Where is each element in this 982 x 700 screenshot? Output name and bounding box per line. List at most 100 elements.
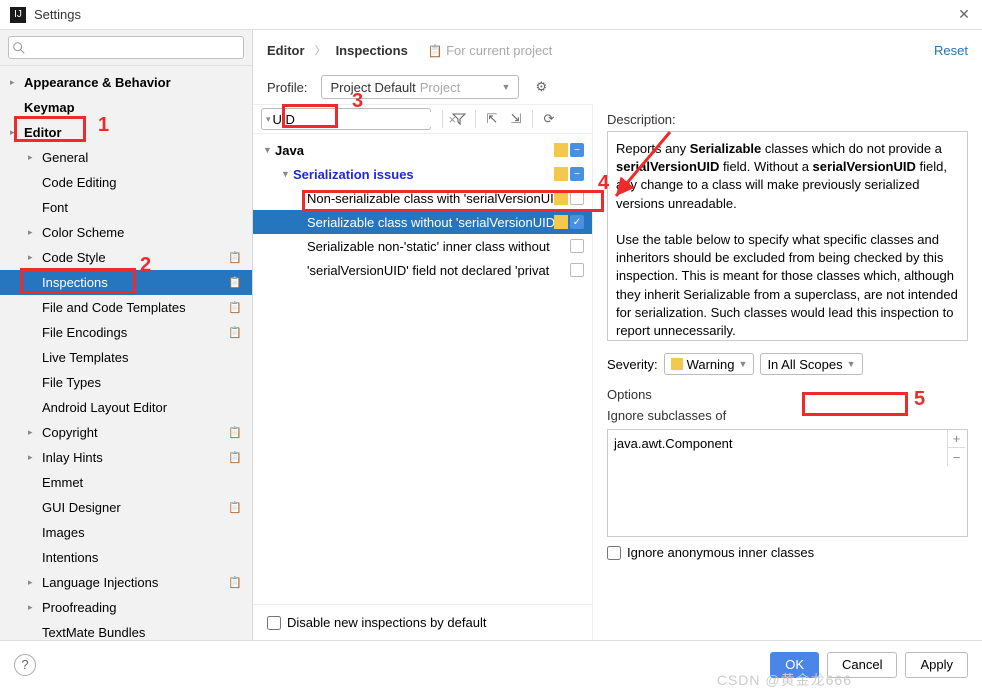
sidebar-search-input[interactable] [8,36,244,59]
profile-combo[interactable]: Project Default Project ▼ [321,75,519,99]
sidebar-item-textmate-bundles[interactable]: TextMate Bundles [0,620,252,640]
app-logo-icon: IJ [10,7,26,23]
severity-indicator-icon [554,191,568,205]
chevron-icon: ▸ [28,252,38,263]
sidebar-item-file-and-code-templates[interactable]: File and Code Templates📋 [0,295,252,320]
copy-icon: 📋 [228,251,242,264]
sidebar-item-emmet[interactable]: Emmet [0,470,252,495]
close-icon[interactable]: ✕ [956,7,972,23]
inspection-row[interactable]: 'serialVersionUID' field not declared 'p… [253,258,592,282]
sidebar-item-appearance-behavior[interactable]: ▸Appearance & Behavior [0,70,252,95]
ignore-anon-checkbox[interactable] [607,546,621,560]
chevron-icon: ▸ [28,577,38,588]
inspection-row[interactable]: ▼Serialization issues− [253,162,592,186]
chevron-down-icon: ▼ [281,169,291,179]
copy-icon: 📋 [228,576,242,589]
inspections-column: ▾ × ⇱ ⇲ ⟳ ▼Java−▼Serialization issues−No… [253,104,593,640]
profile-label: Profile: [267,80,307,95]
copy-icon: 📋 [228,301,242,314]
profile-row: Profile: Project Default Project ▼ ⚙ [253,70,982,104]
inspection-checkbox[interactable]: − [570,167,584,181]
severity-combo[interactable]: Warning ▼ [664,353,755,375]
sidebar-item-keymap[interactable]: Keymap [0,95,252,120]
inspection-checkbox[interactable] [570,191,584,205]
breadcrumb-parent[interactable]: Editor [267,43,305,58]
sidebar-item-code-style[interactable]: ▸Code Style📋 [0,245,252,270]
inspection-row[interactable]: Non-serializable class with 'serialVersi… [253,186,592,210]
sidebar-item-editor[interactable]: ▸Editor [0,120,252,145]
severity-indicator-icon [554,167,568,181]
inspection-row[interactable]: Serializable class without 'serialVersio… [253,210,592,234]
sidebar-item-copyright[interactable]: ▸Copyright📋 [0,420,252,445]
main-panel: Editor 〉 Inspections 📋 For current proje… [253,30,982,640]
inspections-search-input[interactable] [273,112,449,127]
sidebar-item-general[interactable]: ▸General [0,145,252,170]
window-title: Settings [34,7,956,22]
sidebar-item-live-templates[interactable]: Live Templates [0,345,252,370]
chevron-icon: ▸ [28,227,38,238]
sidebar-item-gui-designer[interactable]: GUI Designer📋 [0,495,252,520]
project-hint: 📋 For current project [428,43,552,58]
sidebar-item-android-layout-editor[interactable]: Android Layout Editor [0,395,252,420]
severity-indicator-icon [554,143,568,157]
sidebar-item-proofreading[interactable]: ▸Proofreading [0,595,252,620]
description-box: Reports any Serializable classes which d… [607,131,968,341]
sidebar-item-images[interactable]: Images [0,520,252,545]
sidebar-item-file-encodings[interactable]: File Encodings📋 [0,320,252,345]
inspections-search[interactable]: ▾ × [261,108,431,130]
sidebar-item-intentions[interactable]: Intentions [0,545,252,570]
sidebar-item-language-injections[interactable]: ▸Language Injections📋 [0,570,252,595]
chevron-down-icon: ▼ [739,359,748,369]
collapse-all-icon[interactable]: ⇲ [505,108,527,130]
ignore-sub-label: Ignore subclasses of [607,408,968,423]
copy-icon: 📋 [228,426,242,439]
sidebar-item-color-scheme[interactable]: ▸Color Scheme [0,220,252,245]
inspection-checkbox[interactable] [570,263,584,277]
reset-view-icon[interactable]: ⟳ [538,108,560,130]
breadcrumb-child: Inspections [336,43,408,58]
help-icon[interactable]: ? [14,654,36,676]
inspections-tree[interactable]: ▼Java−▼Serialization issues−Non-serializ… [253,134,592,604]
details-column: Description: Reports any Serializable cl… [593,104,982,640]
expand-all-icon[interactable]: ⇱ [481,108,503,130]
sidebar-tree[interactable]: ▸Appearance & BehaviorKeymap▸Editor▸Gene… [0,66,252,640]
chevron-right-icon: 〉 [315,42,326,58]
ignore-item[interactable]: java.awt.Component [614,436,733,451]
chevron-down-icon: ▼ [847,359,856,369]
disable-new-checkbox[interactable] [267,616,281,630]
remove-icon[interactable]: − [947,448,965,466]
chevron-icon: ▸ [10,127,20,138]
watermark: CSDN @黄金龙666 [717,670,852,690]
description-heading: Description: [607,112,968,127]
chevron-icon: ▸ [10,77,20,88]
sidebar-item-font[interactable]: Font [0,195,252,220]
options-heading: Options [607,387,968,402]
apply-button[interactable]: Apply [905,652,968,678]
warning-color-icon [671,358,683,370]
chevron-icon: ▸ [28,452,38,463]
ignore-subclasses-box[interactable]: java.awt.Component + − [607,429,968,537]
sidebar-item-inlay-hints[interactable]: ▸Inlay Hints📋 [0,445,252,470]
reset-link[interactable]: Reset [934,43,968,58]
severity-label: Severity: [607,357,658,372]
sidebar-item-code-editing[interactable]: Code Editing [0,170,252,195]
inspection-row[interactable]: Serializable non-'static' inner class wi… [253,234,592,258]
inspection-checkbox[interactable] [570,239,584,253]
inspection-checkbox[interactable]: ✓ [570,215,584,229]
severity-row: Severity: Warning ▼ In All Scopes ▼ [607,353,968,375]
sidebar-item-file-types[interactable]: File Types [0,370,252,395]
copy-icon: 📋 [228,326,242,339]
ignore-anon-row: Ignore anonymous inner classes [607,545,968,560]
filter-icon[interactable] [448,108,470,130]
add-icon[interactable]: + [947,430,965,448]
inspection-row[interactable]: ▼Java− [253,138,592,162]
sidebar-item-inspections[interactable]: Inspections📋 [0,270,252,295]
gear-icon[interactable]: ⚙ [535,79,547,95]
inspections-toolbar: ▾ × ⇱ ⇲ ⟳ [253,104,592,134]
breadcrumb: Editor 〉 Inspections 📋 For current proje… [253,30,982,70]
history-chevron-icon[interactable]: ▾ [266,114,271,125]
chevron-icon: ▸ [28,152,38,163]
inspection-checkbox[interactable]: − [570,143,584,157]
scope-combo[interactable]: In All Scopes ▼ [760,353,862,375]
sidebar-search-wrap [0,30,252,66]
